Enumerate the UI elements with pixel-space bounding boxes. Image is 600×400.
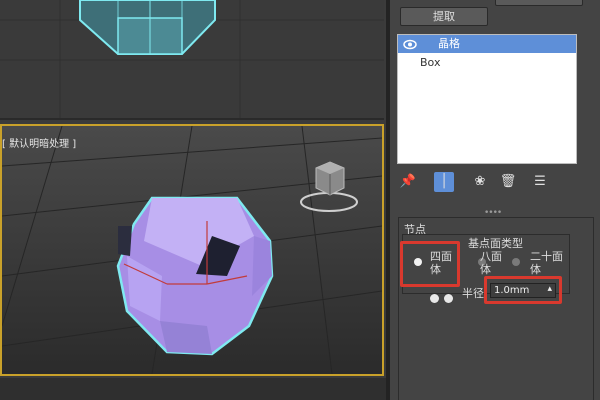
stack-item-label: 晶格 xyxy=(438,37,460,50)
time-slider[interactable] xyxy=(0,378,386,400)
nodes-icon[interactable]: ❀ xyxy=(470,172,490,192)
radio-octahedron-label[interactable]: 八面体 xyxy=(480,250,506,276)
viewport-top[interactable] xyxy=(0,0,384,120)
radio-icosahedron-label[interactable]: 二十面体 xyxy=(530,250,570,276)
geodesic-type-title: 基点面类型 xyxy=(466,235,525,251)
panel-top-button[interactable] xyxy=(495,0,583,6)
command-panel: 提取 晶格 Box 📌 │ ❀ 🗑 ☰ •••• 节点 基点面类型 四面体 八面… xyxy=(390,0,600,400)
highlight-tetrahedron xyxy=(400,241,460,287)
stack-item-lattice[interactable]: 晶格 xyxy=(398,35,576,53)
pin-icon[interactable]: 📌 xyxy=(398,172,418,192)
stack-item-box[interactable]: Box xyxy=(398,54,576,71)
viewport-shading-label[interactable]: [ 默认明暗处理 ] xyxy=(2,135,76,150)
extract-button[interactable]: 提取 xyxy=(400,7,488,26)
smoothing-dot-1[interactable] xyxy=(430,294,439,303)
smoothing-dot-2[interactable] xyxy=(444,294,453,303)
modifier-active-icon[interactable]: │ xyxy=(434,172,454,192)
trash-icon[interactable]: 🗑 xyxy=(498,172,518,192)
radio-icosahedron[interactable] xyxy=(512,258,520,266)
config-icon[interactable]: ☰ xyxy=(530,172,550,192)
highlight-radius xyxy=(484,276,562,304)
lattice-object[interactable] xyxy=(116,196,274,356)
viewcube-icon[interactable] xyxy=(296,158,362,216)
viewport-top-canvas xyxy=(0,0,384,118)
modifier-stack-list[interactable]: 晶格 Box xyxy=(397,34,577,164)
viewport-perspective[interactable]: [ 默认明暗处理 ] xyxy=(0,124,384,376)
